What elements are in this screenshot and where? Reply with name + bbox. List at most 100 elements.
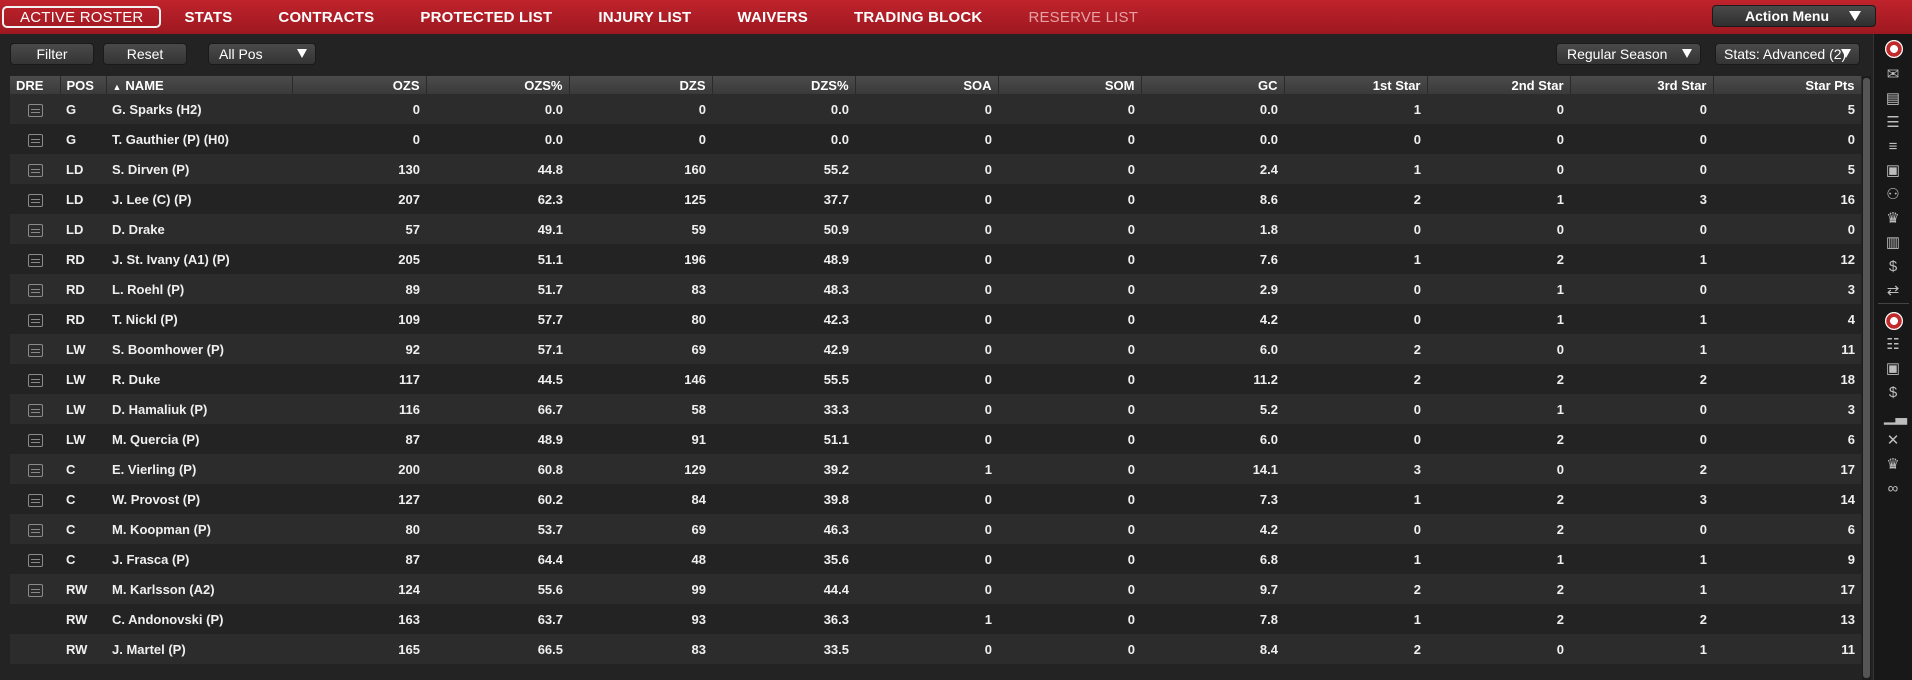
col-header-name[interactable]: ▲ NAME xyxy=(106,76,293,94)
dressed-jersey-icon[interactable] xyxy=(27,403,43,417)
cell-name[interactable]: J. Martel (P) xyxy=(106,634,292,664)
table-row[interactable]: LW S. Boomhower (P) 92 57.1 69 42.9 0 0 6.0 2 0 1 11 xyxy=(10,334,1861,364)
dressed-jersey-icon[interactable] xyxy=(27,493,43,507)
mail-icon[interactable]: ✉ xyxy=(1884,66,1902,84)
trophy-icon[interactable]: ♛ xyxy=(1884,210,1902,228)
cell-name[interactable]: D. Drake xyxy=(106,214,292,244)
filter-button[interactable]: Filter xyxy=(10,43,94,65)
table-row[interactable]: G G. Sparks (H2) 0 0.0 0 0.0 0 0 0.0 1 0 0 5 xyxy=(10,94,1861,124)
tab-injury-list[interactable]: INJURY LIST xyxy=(575,0,714,34)
league-trophy-icon[interactable]: ♛ xyxy=(1884,456,1902,474)
dressed-jersey-icon[interactable] xyxy=(27,223,43,237)
dressed-jersey-icon[interactable] xyxy=(27,163,43,177)
people-icon[interactable]: ⚇ xyxy=(1884,186,1902,204)
table-row[interactable]: C E. Vierling (P) 200 60.8 129 39.2 1 0 14.1 3 0 2 1… xyxy=(10,454,1861,484)
clipboard-icon[interactable]: ▥ xyxy=(1884,234,1902,252)
cell-name[interactable]: M. Karlsson (A2) xyxy=(106,574,292,604)
action-menu-button[interactable]: Action Menu xyxy=(1712,5,1876,27)
cell-name[interactable]: C. Andonovski (P) xyxy=(106,604,292,634)
dressed-jersey-icon[interactable] xyxy=(27,103,43,117)
table-row[interactable]: LW M. Quercia (P) 87 48.9 91 51.1 0 0 6.0 0 2 0 6 xyxy=(10,424,1861,454)
table-row[interactable]: C M. Koopman (P) 80 53.7 69 46.3 0 0 4.2 0 2 0 6 xyxy=(10,514,1861,544)
cell-name[interactable]: J. Frasca (P) xyxy=(106,544,292,574)
scrollbar-thumb[interactable] xyxy=(1863,78,1870,678)
table-row[interactable]: G T. Gauthier (P) (H0) 0 0.0 0 0.0 0 0 0.0 0 0 0 0 xyxy=(10,124,1861,154)
bar-chart-icon[interactable]: ▁▃ xyxy=(1884,408,1907,426)
dressed-jersey-icon[interactable] xyxy=(27,313,43,327)
col-header-soa[interactable]: SOA xyxy=(855,76,999,94)
stats-view-dropdown[interactable]: Stats: Advanced (2) xyxy=(1715,43,1860,65)
cell-name[interactable]: M. Koopman (P) xyxy=(106,514,292,544)
reset-button[interactable]: Reset xyxy=(103,43,187,65)
cell-name[interactable]: M. Quercia (P) xyxy=(106,424,292,454)
table-row[interactable]: RW M. Karlsson (A2) 124 55.6 99 44.4 0 0 9.7 2 2 1 1… xyxy=(10,574,1861,604)
dressed-jersey-icon[interactable] xyxy=(27,553,43,567)
league-list-icon[interactable]: ☷ xyxy=(1884,336,1902,354)
cell-name[interactable]: J. St. Ivany (A1) (P) xyxy=(106,244,292,274)
col-header-ozs[interactable]: OZS xyxy=(292,76,427,94)
inbox-icon[interactable]: ▤ xyxy=(1884,90,1902,108)
cell-name[interactable]: J. Lee (C) (P) xyxy=(106,184,292,214)
cell-name[interactable]: T. Gauthier (P) (H0) xyxy=(106,124,292,154)
position-filter-dropdown[interactable]: All Pos xyxy=(208,43,316,65)
team-logo-icon[interactable] xyxy=(1885,40,1903,58)
season-dropdown[interactable]: Regular Season xyxy=(1556,43,1701,65)
table-row[interactable]: RD T. Nickl (P) 109 57.7 80 42.3 0 0 4.2 0 1 1 4 xyxy=(10,304,1861,334)
cell-name[interactable]: L. Roehl (P) xyxy=(106,274,292,304)
dressed-jersey-icon[interactable] xyxy=(27,373,43,387)
col-header-pos[interactable]: POS xyxy=(60,76,107,94)
col-header-star-pts[interactable]: Star Pts xyxy=(1713,76,1862,94)
col-header-2nd-star[interactable]: 2nd Star xyxy=(1427,76,1571,94)
table-row[interactable]: RW J. Martel (P) 165 66.5 83 33.5 0 0 8.4 2 0 1 11 xyxy=(10,634,1861,664)
table-row[interactable]: RD L. Roehl (P) 89 51.7 83 48.3 0 0 2.9 0 1 0 3 xyxy=(10,274,1861,304)
binoculars-icon[interactable]: ∞ xyxy=(1884,480,1902,498)
dressed-jersey-icon[interactable] xyxy=(27,193,43,207)
table-row[interactable]: LD S. Dirven (P) 130 44.8 160 55.2 0 0 2.4 1 0 0 5 xyxy=(10,154,1861,184)
cell-name[interactable]: E. Vierling (P) xyxy=(106,454,292,484)
col-header-dzs[interactable]: DZS xyxy=(569,76,713,94)
cell-name[interactable]: S. Boomhower (P) xyxy=(106,334,292,364)
table-row[interactable]: C W. Provost (P) 127 60.2 84 39.8 0 0 7.3 1 2 3 14 xyxy=(10,484,1861,514)
col-header-gc[interactable]: GC xyxy=(1141,76,1285,94)
table-scrollbar[interactable] xyxy=(1862,76,1871,680)
col-header-dre[interactable]: DRE xyxy=(10,76,61,94)
cell-name[interactable]: R. Duke xyxy=(106,364,292,394)
col-header-dzs-pct[interactable]: DZS% xyxy=(712,76,856,94)
table-row[interactable]: C J. Frasca (P) 87 64.4 48 35.6 0 0 6.8 1 1 1 9 xyxy=(10,544,1861,574)
table-row[interactable]: RW C. Andonovski (P) 163 63.7 93 36.3 1 0 7.8 1 2 2… xyxy=(10,604,1861,634)
league-game-icon[interactable]: ▣ xyxy=(1884,360,1902,378)
cell-name[interactable]: T. Nickl (P) xyxy=(106,304,292,334)
cell-name[interactable]: S. Dirven (P) xyxy=(106,154,292,184)
tab-stats[interactable]: STATS xyxy=(161,0,255,34)
dressed-jersey-icon[interactable] xyxy=(27,283,43,297)
dressed-jersey-icon[interactable] xyxy=(27,433,43,447)
league-logo-icon[interactable] xyxy=(1885,312,1903,330)
cell-name[interactable]: W. Provost (P) xyxy=(106,484,292,514)
dressed-jersey-icon[interactable] xyxy=(27,343,43,357)
dressed-jersey-icon[interactable] xyxy=(27,523,43,537)
tab-protected-list[interactable]: PROTECTED LIST xyxy=(397,0,575,34)
table-row[interactable]: RD J. St. Ivany (A1) (P) 205 51.1 196 48.9 0 0 7… xyxy=(10,244,1861,274)
game-icon[interactable]: ▣ xyxy=(1884,162,1902,180)
tab-contracts[interactable]: CONTRACTS xyxy=(255,0,397,34)
cell-name[interactable]: G. Sparks (H2) xyxy=(106,94,292,124)
finance-icon[interactable]: $ xyxy=(1884,258,1902,276)
sticks-icon[interactable]: ✕ xyxy=(1884,432,1902,450)
col-header-som[interactable]: SOM xyxy=(998,76,1142,94)
table-row[interactable]: LW R. Duke 117 44.5 146 55.5 0 0 11.2 2 2 2 18 xyxy=(10,364,1861,394)
dressed-jersey-icon[interactable] xyxy=(27,133,43,147)
table-row[interactable]: LD J. Lee (C) (P) 207 62.3 125 37.7 0 0 8.6 2 1 3 16 xyxy=(10,184,1861,214)
cell-name[interactable]: D. Hamaliuk (P) xyxy=(106,394,292,424)
col-header-3rd-star[interactable]: 3rd Star xyxy=(1570,76,1714,94)
list-icon[interactable]: ≡ xyxy=(1884,138,1902,156)
col-header-1st-star[interactable]: 1st Star xyxy=(1284,76,1428,94)
transfer-icon[interactable]: ⇄ xyxy=(1884,282,1902,300)
table-row[interactable]: LD D. Drake 57 49.1 59 50.9 0 0 1.8 0 0 0 0 xyxy=(10,214,1861,244)
dressed-jersey-icon[interactable] xyxy=(27,583,43,597)
dressed-jersey-icon[interactable] xyxy=(27,253,43,267)
dressed-jersey-icon[interactable] xyxy=(27,463,43,477)
dollar-icon[interactable]: $ xyxy=(1884,384,1902,402)
table-row[interactable]: LW D. Hamaliuk (P) 116 66.7 58 33.3 0 0 5.2 0 1 0 3 xyxy=(10,394,1861,424)
lines-icon[interactable]: ☰ xyxy=(1884,114,1902,132)
tab-active-roster[interactable]: ACTIVE ROSTER xyxy=(2,6,162,28)
